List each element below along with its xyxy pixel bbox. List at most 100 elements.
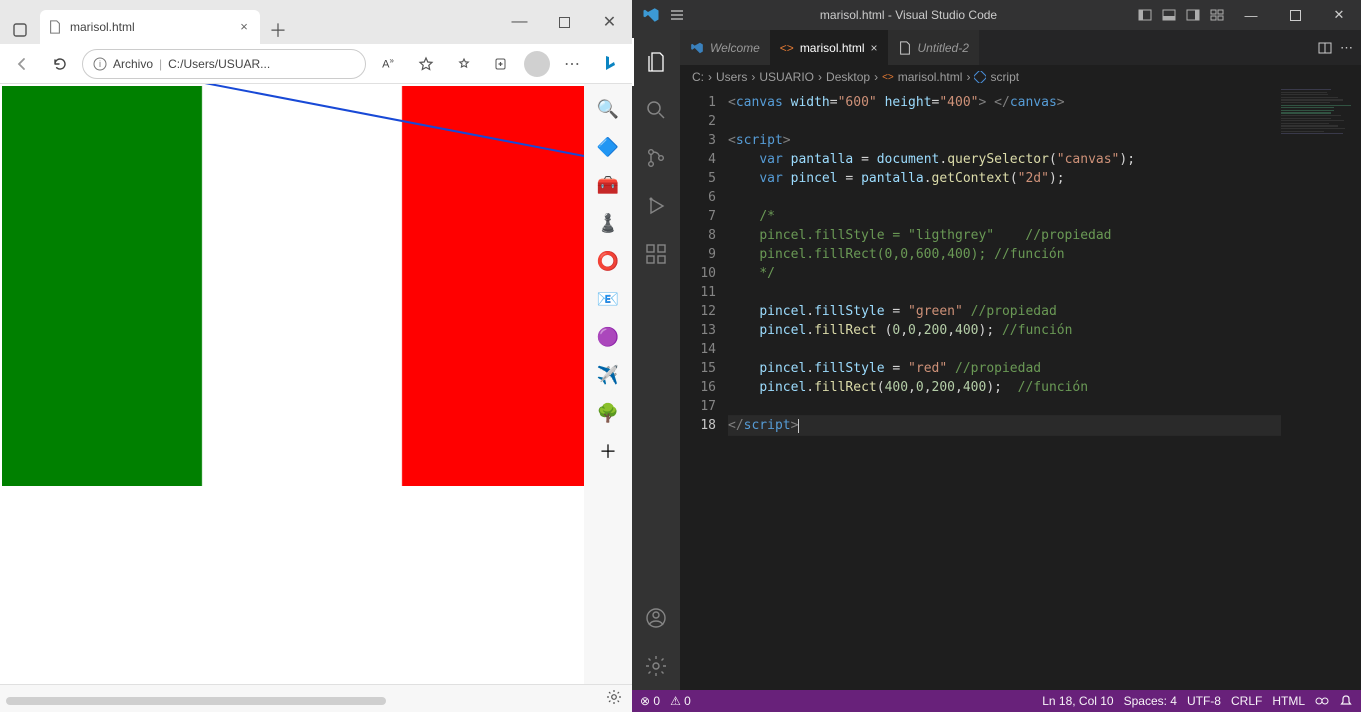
- more-button[interactable]: ⋯: [556, 48, 588, 80]
- browser-body: 🔍 🔷 🧰 ♟️ ⭕ 📧 🟣 ✈️ 🌳 ＋: [0, 84, 632, 684]
- hamburger-icon: [670, 8, 684, 22]
- outlook-icon[interactable]: 📧: [593, 284, 623, 314]
- favorites-button[interactable]: [410, 48, 442, 80]
- status-eol[interactable]: CRLF: [1231, 694, 1262, 708]
- vscode-titlebar: marisol.html - Visual Studio Code — ✕: [632, 0, 1361, 30]
- tab-title: marisol.html: [70, 20, 236, 34]
- tab-label: marisol.html: [800, 41, 865, 55]
- tab-marisol[interactable]: <> marisol.html ×: [770, 30, 888, 65]
- favorites-bar-button[interactable]: [448, 48, 480, 80]
- symbol-icon: [974, 71, 986, 83]
- skype-icon[interactable]: 🟣: [593, 322, 623, 352]
- editor-area: Welcome <> marisol.html × Untitled-2 ⋯: [680, 30, 1361, 690]
- browser-titlebar: marisol.html × ＋ — ✕: [0, 0, 632, 44]
- status-cursor[interactable]: Ln 18, Col 10: [1042, 694, 1113, 708]
- layout-left-button[interactable]: [1133, 3, 1157, 27]
- back-button[interactable]: [6, 48, 38, 80]
- page-canvas: [2, 86, 584, 486]
- more-actions-button[interactable]: ⋯: [1340, 40, 1353, 56]
- split-editor-button[interactable]: [1318, 41, 1332, 55]
- scm-icon[interactable]: [632, 134, 680, 182]
- file-icon: [898, 41, 912, 55]
- explorer-icon[interactable]: [632, 38, 680, 86]
- editor-actions: ⋯: [1318, 30, 1361, 65]
- tree-icon[interactable]: 🌳: [593, 398, 623, 428]
- settings-icon[interactable]: [632, 642, 680, 690]
- tab-label: Welcome: [710, 41, 760, 55]
- code-content[interactable]: <canvas width="600" height="400"> </canv…: [728, 89, 1281, 690]
- vscode-window: marisol.html - Visual Studio Code — ✕: [632, 0, 1361, 712]
- breadcrumb-item: script: [990, 70, 1019, 84]
- reload-button[interactable]: [44, 48, 76, 80]
- layout-customize-button[interactable]: [1205, 3, 1229, 27]
- extensions-icon[interactable]: [632, 230, 680, 278]
- editor-body[interactable]: 123456789101112131415161718 <canvas widt…: [680, 89, 1361, 690]
- minimize-button[interactable]: —: [497, 0, 542, 44]
- settings-button[interactable]: [606, 689, 622, 705]
- minimap[interactable]: [1281, 89, 1361, 690]
- bell-icon[interactable]: [1339, 694, 1353, 708]
- tab-label: Untitled-2: [918, 41, 969, 55]
- file-icon: [48, 20, 62, 34]
- line-numbers: 123456789101112131415161718: [680, 89, 728, 690]
- add-icon[interactable]: ＋: [593, 436, 623, 466]
- close-button[interactable]: ✕: [1317, 0, 1361, 30]
- read-aloud-button[interactable]: A»: [372, 48, 404, 80]
- new-tab-button[interactable]: ＋: [264, 16, 292, 44]
- status-encoding[interactable]: UTF-8: [1187, 694, 1221, 708]
- collections-button[interactable]: [486, 48, 518, 80]
- horizontal-scrollbar[interactable]: [6, 697, 386, 705]
- info-icon: i: [93, 57, 107, 71]
- close-icon[interactable]: ×: [236, 19, 252, 35]
- profile-avatar[interactable]: [524, 51, 550, 77]
- close-button[interactable]: ✕: [587, 0, 632, 44]
- browser-window-controls: — ✕: [497, 0, 632, 44]
- address-bar[interactable]: i Archivo | C:/Users/USUAR...: [82, 49, 366, 79]
- browser-footer: [0, 684, 632, 712]
- tab-untitled[interactable]: Untitled-2: [888, 30, 979, 65]
- search-icon[interactable]: 🔍: [593, 94, 623, 124]
- tabs-overview-button[interactable]: [6, 16, 34, 44]
- toolbox-icon[interactable]: 🧰: [593, 170, 623, 200]
- status-warnings[interactable]: ⚠ 0: [670, 694, 691, 708]
- feedback-icon[interactable]: [1315, 694, 1329, 708]
- gear-icon: [606, 689, 622, 705]
- debug-icon[interactable]: [632, 182, 680, 230]
- send-icon[interactable]: ✈️: [593, 360, 623, 390]
- html-icon: <>: [882, 72, 894, 83]
- close-icon[interactable]: ×: [871, 41, 878, 55]
- square-icon: [12, 22, 28, 38]
- svg-text:i: i: [99, 59, 101, 69]
- vscode-title: marisol.html - Visual Studio Code: [684, 8, 1133, 22]
- office-icon[interactable]: ⭕: [593, 246, 623, 276]
- editor-tabs: Welcome <> marisol.html × Untitled-2 ⋯: [680, 30, 1361, 65]
- address-path: C:/Users/USUAR...: [168, 57, 270, 71]
- search-icon[interactable]: [632, 86, 680, 134]
- breadcrumb-item: marisol.html: [898, 70, 963, 84]
- layout-bottom-button[interactable]: [1157, 3, 1181, 27]
- layout-right-button[interactable]: [1181, 3, 1205, 27]
- games-icon[interactable]: ♟️: [593, 208, 623, 238]
- accounts-icon[interactable]: [632, 594, 680, 642]
- tag-icon[interactable]: 🔷: [593, 132, 623, 162]
- app-menu-button[interactable]: [670, 8, 684, 22]
- status-language[interactable]: HTML: [1272, 694, 1305, 708]
- browser-window: marisol.html × ＋ — ✕ i Archivo | C:/User…: [0, 0, 632, 712]
- breadcrumb-item: USUARIO: [759, 70, 814, 84]
- vscode-main: Welcome <> marisol.html × Untitled-2 ⋯: [632, 30, 1361, 690]
- maximize-button[interactable]: [1273, 0, 1317, 30]
- vscode-logo-icon: [642, 6, 660, 24]
- bing-button[interactable]: [594, 48, 626, 80]
- status-errors[interactable]: ⊗ 0: [640, 694, 660, 708]
- browser-tab[interactable]: marisol.html ×: [40, 10, 260, 44]
- status-spaces[interactable]: Spaces: 4: [1124, 694, 1177, 708]
- activity-bar: [632, 30, 680, 690]
- breadcrumbs[interactable]: C:› Users› USUARIO› Desktop› <> marisol.…: [680, 65, 1361, 89]
- edge-sidebar: 🔍 🔷 🧰 ♟️ ⭕ 📧 🟣 ✈️ 🌳 ＋: [584, 84, 632, 684]
- vscode-logo-icon: [690, 41, 704, 55]
- canvas-wrap: [2, 86, 584, 491]
- maximize-button[interactable]: [542, 0, 587, 44]
- breadcrumb-item: Desktop: [826, 70, 870, 84]
- minimize-button[interactable]: —: [1229, 0, 1273, 30]
- tab-welcome[interactable]: Welcome: [680, 30, 770, 65]
